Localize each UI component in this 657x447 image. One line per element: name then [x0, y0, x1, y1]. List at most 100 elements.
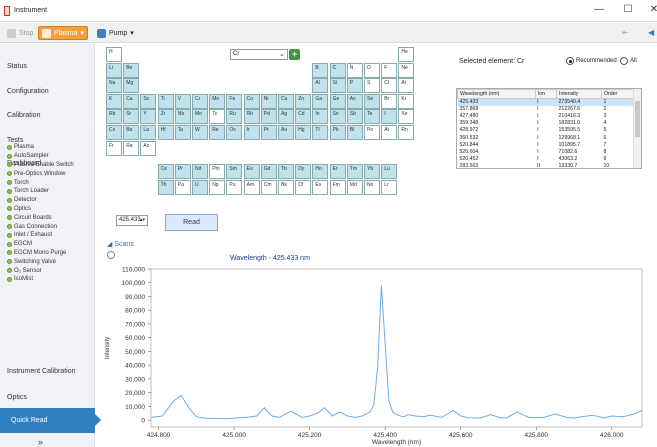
column-header[interactable]: Intensity: [556, 89, 602, 99]
element-al[interactable]: Al: [312, 78, 329, 94]
status-item[interactable]: EGCM Mono Purge: [7, 249, 93, 258]
element-ta[interactable]: Ta: [174, 125, 191, 140]
radio-recommended[interactable]: Recommended: [566, 57, 617, 65]
element-cs[interactable]: Cs: [106, 125, 122, 140]
element-ca[interactable]: Ca: [123, 93, 140, 109]
table-row[interactable]: 428.972 I 153595.5 5: [458, 127, 634, 134]
element-y[interactable]: Y: [140, 109, 157, 125]
status-item[interactable]: Switching Valve: [7, 257, 93, 266]
status-item[interactable]: Pre-Optics Window: [7, 169, 93, 178]
element-w[interactable]: W: [192, 125, 208, 140]
element-pb[interactable]: Pb: [329, 125, 346, 140]
element-cd[interactable]: Cd: [295, 109, 312, 125]
status-item[interactable]: Torch Loader: [7, 187, 93, 196]
element-eu[interactable]: Eu: [243, 164, 260, 180]
element-np[interactable]: Np: [209, 179, 226, 195]
nav-calibration[interactable]: Calibration: [7, 112, 40, 119]
element-ne[interactable]: Ne: [398, 62, 415, 78]
column-header[interactable]: Wavelength (nm): [457, 89, 536, 99]
maximize-button[interactable]: ☐: [621, 4, 635, 15]
element-gd[interactable]: Gd: [260, 164, 277, 180]
element-cf[interactable]: Cf: [295, 179, 312, 195]
expand-icon[interactable]: »: [38, 437, 43, 447]
element-v[interactable]: V: [174, 93, 191, 109]
element-tl[interactable]: Tl: [312, 125, 329, 140]
minimize-button[interactable]: —: [592, 4, 606, 15]
element-n[interactable]: N: [346, 62, 363, 78]
table-row[interactable]: 427.480 I 210416.3 3: [458, 113, 634, 120]
element-dy[interactable]: Dy: [295, 164, 312, 180]
element-no[interactable]: No: [364, 179, 380, 195]
element-kr[interactable]: Kr: [398, 93, 415, 109]
element-xe[interactable]: Xe: [398, 109, 415, 125]
element-ru[interactable]: Ru: [226, 109, 243, 125]
element-er[interactable]: Er: [329, 164, 346, 180]
element-ti[interactable]: Ti: [157, 93, 174, 109]
element-pa[interactable]: Pa: [174, 179, 191, 195]
element-he[interactable]: He: [398, 47, 415, 62]
nav-instrument-calibration[interactable]: Instrument Calibration: [7, 368, 75, 375]
nav-configuration[interactable]: Configuration: [7, 88, 49, 95]
element-bi[interactable]: Bi: [346, 125, 363, 140]
element-nd[interactable]: Nd: [192, 164, 208, 180]
element-ir[interactable]: Ir: [243, 125, 260, 140]
element-rh[interactable]: Rh: [243, 109, 260, 125]
element-yb[interactable]: Yb: [364, 164, 380, 180]
stop-button[interactable]: Stop: [4, 26, 36, 40]
status-item[interactable]: EGCM: [7, 240, 93, 249]
element-rb[interactable]: Rb: [106, 109, 122, 125]
element-sm[interactable]: Sm: [226, 164, 243, 180]
element-k[interactable]: K: [106, 93, 122, 109]
element-as[interactable]: As: [346, 93, 363, 109]
element-b[interactable]: B: [312, 62, 329, 78]
element-pm[interactable]: Pm: [209, 164, 226, 180]
element-i[interactable]: I: [381, 109, 398, 125]
element-au[interactable]: Au: [278, 125, 294, 140]
status-item[interactable]: Optics: [7, 205, 93, 214]
element-fr[interactable]: Fr: [106, 140, 122, 156]
element-fe[interactable]: Fe: [226, 93, 243, 109]
element-tc[interactable]: Tc: [209, 109, 226, 125]
element-sc[interactable]: Sc: [140, 93, 157, 109]
table-row[interactable]: 283.563 II 13330.7 10: [458, 162, 634, 168]
element-p[interactable]: P: [346, 78, 363, 94]
status-item[interactable]: IsoMist: [7, 275, 93, 284]
nav-optics[interactable]: Optics: [7, 394, 27, 401]
element-ar[interactable]: Ar: [398, 78, 415, 94]
element-sr[interactable]: Sr: [123, 109, 140, 125]
element-la[interactable]: La: [140, 125, 157, 140]
element-md[interactable]: Md: [346, 179, 363, 195]
table-row[interactable]: 520.844 I 101895.7 7: [458, 141, 634, 148]
element-ga[interactable]: Ga: [312, 93, 329, 109]
panel-toggle-icon[interactable]: ◀: [648, 28, 654, 37]
scans-header[interactable]: ◢ Scans: [107, 240, 134, 248]
column-header[interactable]: Ion: [534, 89, 558, 99]
element-in[interactable]: In: [312, 109, 329, 125]
element-cr[interactable]: Cr: [192, 93, 208, 109]
element-f[interactable]: F: [381, 62, 398, 78]
element-ge[interactable]: Ge: [329, 93, 346, 109]
element-be[interactable]: Be: [123, 62, 140, 78]
status-item[interactable]: Gas Connection: [7, 222, 93, 231]
element-c[interactable]: C: [329, 62, 346, 78]
pump-button[interactable]: Pump ▾: [94, 26, 137, 40]
element-pr[interactable]: Pr: [174, 164, 191, 180]
table-row[interactable]: 520.604 I 71082.6 8: [458, 148, 634, 155]
element-br[interactable]: Br: [381, 93, 398, 109]
add-element-icon[interactable]: +: [289, 49, 300, 60]
element-o[interactable]: O: [364, 62, 380, 78]
element-rn[interactable]: Rn: [398, 125, 415, 140]
element-mn[interactable]: Mn: [209, 93, 226, 109]
element-re[interactable]: Re: [209, 125, 226, 140]
element-hf[interactable]: Hf: [157, 125, 174, 140]
element-pd[interactable]: Pd: [260, 109, 277, 125]
element-ho[interactable]: Ho: [312, 164, 329, 180]
status-item[interactable]: Plasma: [7, 143, 93, 152]
element-co[interactable]: Co: [243, 93, 260, 109]
element-zn[interactable]: Zn: [295, 93, 312, 109]
element-am[interactable]: Am: [243, 179, 260, 195]
status-item[interactable]: O₂ Sensor: [7, 266, 93, 275]
column-header[interactable]: Order: [600, 89, 635, 99]
radio-all[interactable]: All: [620, 57, 637, 65]
element-ba[interactable]: Ba: [123, 125, 140, 140]
